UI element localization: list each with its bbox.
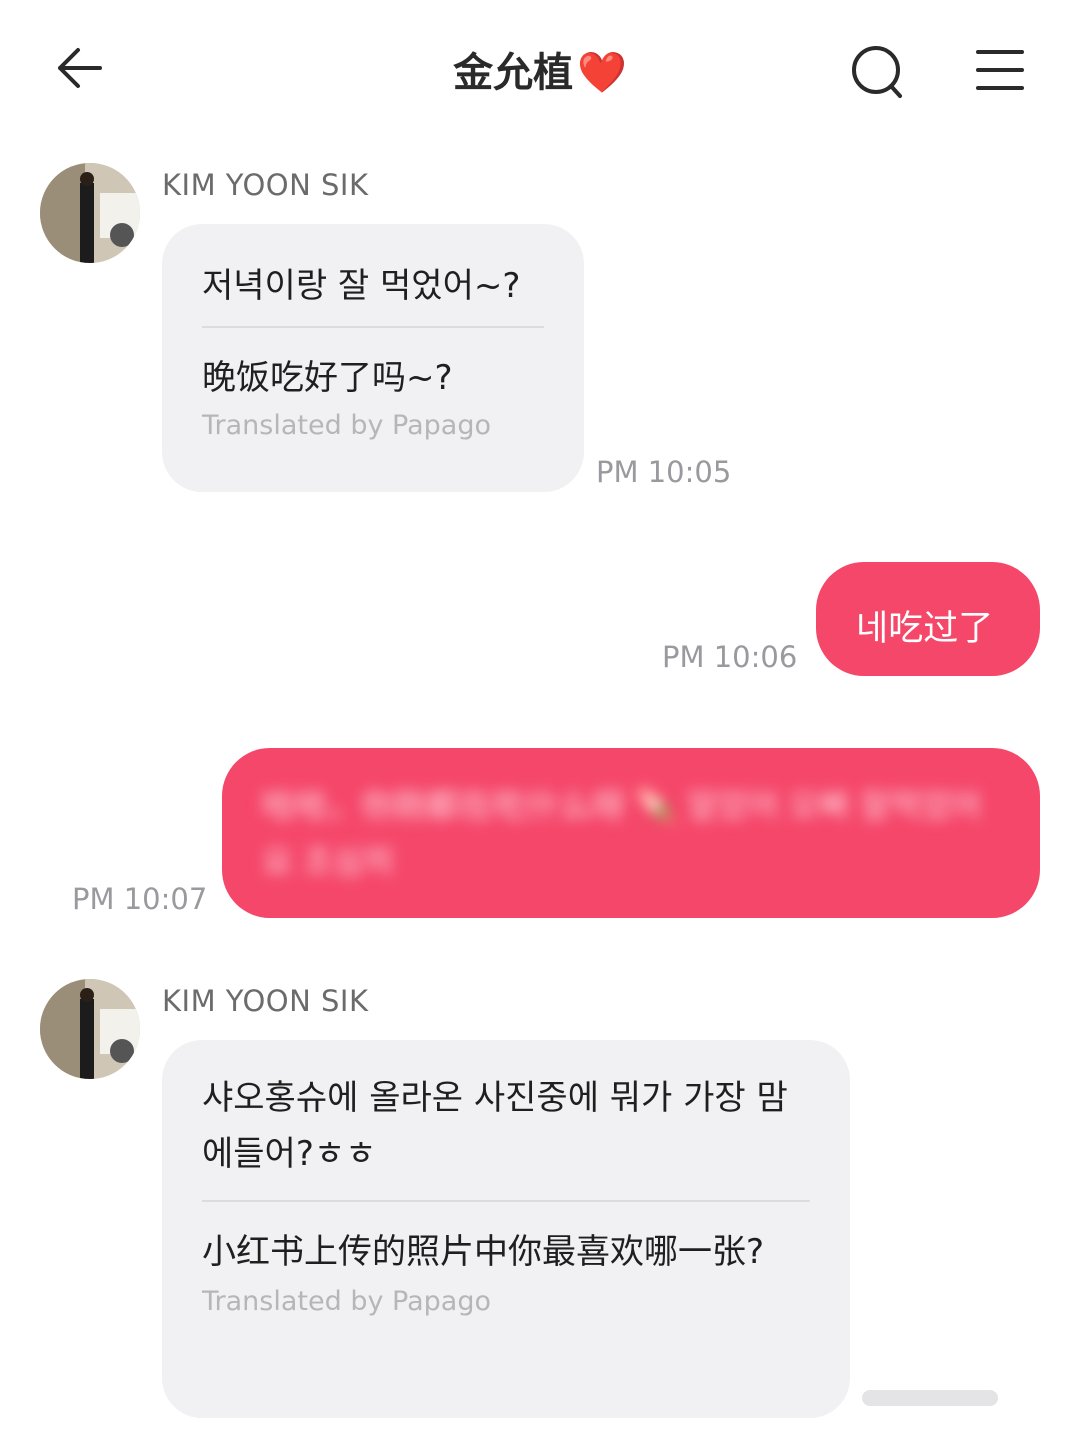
translation-divider — [202, 1200, 810, 1202]
heart-icon: ❤️ — [577, 50, 627, 96]
profile-photo-icon — [40, 979, 140, 1079]
search-button[interactable] — [848, 44, 908, 100]
outgoing-message-bubble-blurred[interactable]: 哈哈，你刚都在吃什么呀 🍡 알았어 오빠 잘먹었어요 조심히 — [222, 748, 1040, 918]
chat-header: 金允植 ❤️ — [0, 0, 1080, 140]
translation-credit: Translated by Papago — [202, 410, 491, 441]
translated-text: 晚饭吃好了吗~? — [202, 358, 453, 398]
search-icon — [852, 46, 902, 98]
avatar[interactable] — [40, 163, 140, 263]
message-time: PM 10:05 — [596, 455, 732, 489]
message-time: PM 10:06 — [662, 640, 798, 674]
original-text: 저녁이랑 잘 먹었어~? — [202, 266, 521, 306]
contact-name: 金允植 — [453, 50, 574, 96]
avatar[interactable] — [40, 979, 140, 1079]
message-time: PM 10:07 — [72, 882, 208, 916]
hamburger-menu-icon — [976, 50, 1024, 90]
sender-name: KIM YOON SIK — [162, 984, 369, 1018]
sender-name: KIM YOON SIK — [162, 168, 369, 202]
menu-button[interactable] — [974, 48, 1026, 92]
translated-text: 小红书上传的照片中你最喜欢哪一张? — [202, 1232, 765, 1272]
translation-divider — [202, 326, 544, 328]
profile-photo-icon — [40, 163, 140, 263]
scroll-indicator[interactable] — [862, 1390, 998, 1406]
translation-credit: Translated by Papago — [202, 1286, 491, 1317]
blurred-message-text: 哈哈，你刚都在吃什么呀 🍡 알았어 오빠 잘먹었어요 조심히 — [262, 786, 982, 881]
incoming-message-bubble[interactable]: 샤오홍슈에 올라온 사진중에 뭐가 가장 맘에들어?ㅎㅎ 小红书上传的照片中你最… — [162, 1040, 850, 1418]
incoming-message-bubble[interactable]: 저녁이랑 잘 먹었어~? 晚饭吃好了吗~? Translated by Papa… — [162, 224, 584, 492]
original-text: 샤오홍슈에 올라온 사진중에 뭐가 가장 맘에들어?ㅎㅎ — [202, 1078, 788, 1174]
message-text: 네吃过了 — [856, 609, 994, 649]
outgoing-message-bubble[interactable]: 네吃过了 — [816, 562, 1040, 676]
chat-title: 金允植 ❤️ — [0, 40, 1080, 98]
